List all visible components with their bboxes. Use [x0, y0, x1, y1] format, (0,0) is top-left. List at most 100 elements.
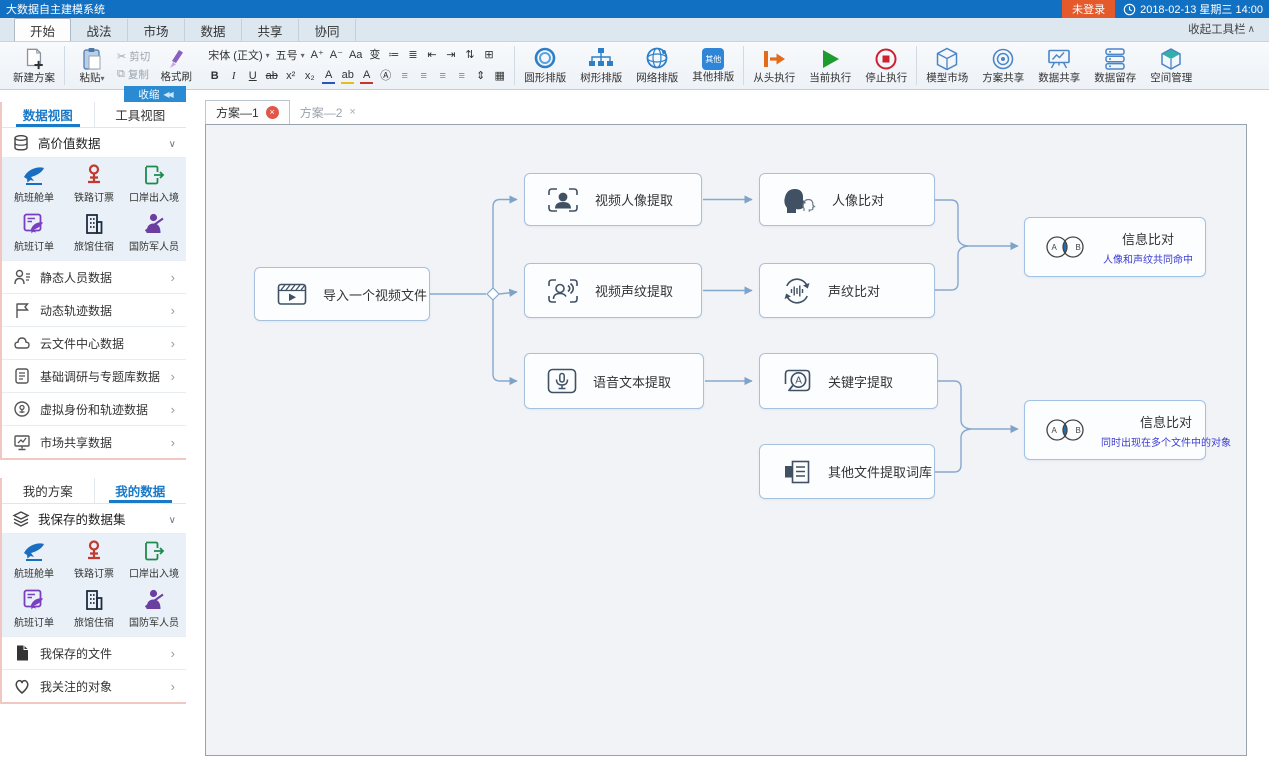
copy-button[interactable]: ⧉ 复制 [117, 67, 150, 82]
node-keyword-extract[interactable]: A 关键字提取 [759, 353, 938, 409]
underline-button[interactable]: U [246, 69, 259, 83]
faces-icon [782, 187, 816, 213]
model-market-button[interactable]: 模型市场 [919, 42, 975, 89]
saved-hotel-stay[interactable]: 旅馆住宿 [64, 588, 124, 629]
node-info-compare-1[interactable]: A B 信息比对 人像和声纹共同命中 [1024, 217, 1206, 277]
sidebar-collapse-button[interactable]: 收缩 [124, 86, 186, 102]
sidebar-item-cloud-file[interactable]: 云文件中心数据 [2, 326, 186, 359]
collapse-toolbar-button[interactable]: 收起工具栏 [1188, 17, 1255, 41]
italic-button[interactable]: I [227, 69, 240, 83]
align-right-button[interactable]: ≡ [436, 69, 449, 83]
sidebar-item-followed-objects[interactable]: 我关注的对象 [2, 669, 186, 702]
line-spacing-button[interactable]: ⇕ [474, 69, 487, 83]
text-effects-button[interactable]: A [322, 68, 335, 84]
dataset-military-personnel[interactable]: 国防军人员 [124, 212, 184, 253]
indent-button[interactable]: ⇥ [444, 48, 457, 62]
menu-tab-market[interactable]: 市场 [128, 19, 185, 41]
shrink-font-button[interactable]: A⁻ [330, 48, 343, 62]
dataset-flight-manifest[interactable]: 航班舱单 [4, 163, 64, 204]
data-share-button[interactable]: 数据共享 [1031, 42, 1087, 89]
pinyin-button[interactable]: 变 [368, 48, 381, 62]
justify-button[interactable]: ≡ [455, 69, 468, 83]
bold-button[interactable]: B [208, 69, 221, 83]
sidebar-item-market-shared[interactable]: 市场共享数据 [2, 425, 186, 458]
menu-tab-share[interactable]: 共享 [242, 19, 299, 41]
run-from-start-button[interactable]: 从头执行 [746, 42, 802, 89]
shading-button[interactable]: ▦ [493, 69, 506, 83]
font-size-select[interactable]: 五号 [276, 47, 305, 63]
highlight-button[interactable]: ab [341, 68, 354, 84]
subscript-button[interactable]: x₂ [303, 69, 316, 83]
bullet-list-button[interactable]: ≔ [387, 48, 400, 62]
number-list-button[interactable]: ≣ [406, 48, 419, 62]
keyword-search-icon: A [782, 368, 812, 394]
space-manage-button[interactable]: 空间管理 [1143, 42, 1199, 89]
sidebar-my-panel: 我的方案 我的数据 我保存的数据集 航班舱单 铁路订票 口岸出入境 航班订 [0, 478, 186, 704]
plan-tab-2[interactable]: 方案—2 [290, 100, 366, 124]
outdent-button[interactable]: ⇤ [425, 48, 438, 62]
menu-tab-tactics[interactable]: 战法 [71, 19, 128, 41]
node-face-compare[interactable]: 人像比对 [759, 173, 935, 226]
node-other-files-lexicon[interactable]: 其他文件提取词库 [759, 444, 935, 499]
close-tab-icon[interactable] [266, 106, 279, 119]
menu-tab-collab[interactable]: 协同 [299, 19, 356, 41]
font-family-select[interactable]: 宋体 (正文) [208, 47, 269, 63]
other-layout-button[interactable]: 其他 其他排版 [685, 42, 741, 89]
tab-data-view[interactable]: 数据视图 [2, 102, 94, 127]
saved-flight-order[interactable]: 航班订单 [4, 588, 64, 629]
node-video-face-extract[interactable]: 视频人像提取 [524, 173, 702, 226]
close-tab-icon[interactable] [349, 106, 355, 118]
data-retain-button[interactable]: 数据留存 [1087, 42, 1143, 89]
ribbon-toolbar: 新建方案 粘贴 ✂ 剪切 ⧉ 复制 [0, 42, 1269, 90]
sidebar-item-survey-library[interactable]: 基础调研与专题库数据 [2, 359, 186, 392]
align-center-button[interactable]: ≡ [417, 69, 430, 83]
tab-my-data[interactable]: 我的数据 [94, 478, 187, 503]
plan-share-button[interactable]: 方案共享 [975, 42, 1031, 89]
saved-rail-ticket[interactable]: 铁路订票 [64, 539, 124, 580]
node-video-voice-extract[interactable]: 视频声纹提取 [524, 263, 702, 318]
model-canvas[interactable]: 导入一个视频文件 视频人像提取 人像比对 [205, 124, 1247, 756]
tab-my-plans[interactable]: 我的方案 [2, 478, 94, 503]
plan-tab-1[interactable]: 方案—1 [205, 100, 290, 124]
section-saved-datasets[interactable]: 我保存的数据集 [2, 504, 186, 534]
circle-layout-button[interactable]: 圆形排版 [517, 42, 573, 89]
section-high-value-data[interactable]: 高价值数据 [2, 128, 186, 158]
dataset-flight-order[interactable]: 航班订单 [4, 212, 64, 253]
sidebar-item-virtual-identity[interactable]: 虚拟身份和轨迹数据 [2, 392, 186, 425]
saved-border-entry[interactable]: 口岸出入境 [124, 539, 184, 580]
tab-tool-view[interactable]: 工具视图 [94, 102, 187, 127]
dataset-hotel-stay[interactable]: 旅馆住宿 [64, 212, 124, 253]
superscript-button[interactable]: x² [284, 69, 297, 83]
grow-font-button[interactable]: A⁺ [311, 48, 324, 62]
paste-button[interactable]: 粘贴 [71, 45, 113, 86]
sidebar-item-dynamic-track[interactable]: 动态轨迹数据 [2, 293, 186, 326]
new-plan-button[interactable]: 新建方案 [6, 42, 62, 89]
font-color-button[interactable]: A [360, 68, 373, 84]
network-layout-button[interactable]: 网络排版 [629, 42, 685, 89]
menu-tab-start[interactable]: 开始 [14, 18, 71, 41]
dataset-rail-ticket[interactable]: 铁路订票 [64, 163, 124, 204]
sidebar-item-my-files[interactable]: 我保存的文件 [2, 636, 186, 669]
strikethrough-button[interactable]: ab [265, 69, 278, 83]
saved-military-personnel[interactable]: 国防军人员 [124, 588, 184, 629]
enclose-char-button[interactable]: Ⓐ [379, 69, 392, 83]
stop-run-button[interactable]: 停止执行 [858, 42, 914, 89]
saved-flight-manifest[interactable]: 航班舱单 [4, 539, 64, 580]
node-import-video[interactable]: 导入一个视频文件 [254, 267, 430, 321]
node-info-compare-2[interactable]: A B 信息比对 同时出现在多个文件中的对象 [1024, 400, 1206, 460]
node-voice-compare[interactable]: 声纹比对 [759, 263, 935, 318]
login-status-badge[interactable]: 未登录 [1062, 0, 1115, 18]
sort-button[interactable]: ⇅ [463, 48, 476, 62]
change-case-button[interactable]: Aa [349, 48, 362, 62]
svg-text:B: B [1076, 243, 1081, 252]
tree-layout-button[interactable]: 树形排版 [573, 42, 629, 89]
node-speech-text-extract[interactable]: 语音文本提取 [524, 353, 704, 409]
menu-tab-data[interactable]: 数据 [185, 19, 242, 41]
sidebar-item-static-person[interactable]: 静态人员数据 [2, 260, 186, 293]
align-left-button[interactable]: ≡ [398, 69, 411, 83]
dataset-border-entry[interactable]: 口岸出入境 [124, 163, 184, 204]
run-current-button[interactable]: 当前执行 [802, 42, 858, 89]
table-button[interactable]: ⊞ [482, 48, 495, 62]
format-painter-button[interactable]: 格式刷 [154, 46, 198, 85]
cut-button[interactable]: ✂ 剪切 [117, 49, 150, 64]
